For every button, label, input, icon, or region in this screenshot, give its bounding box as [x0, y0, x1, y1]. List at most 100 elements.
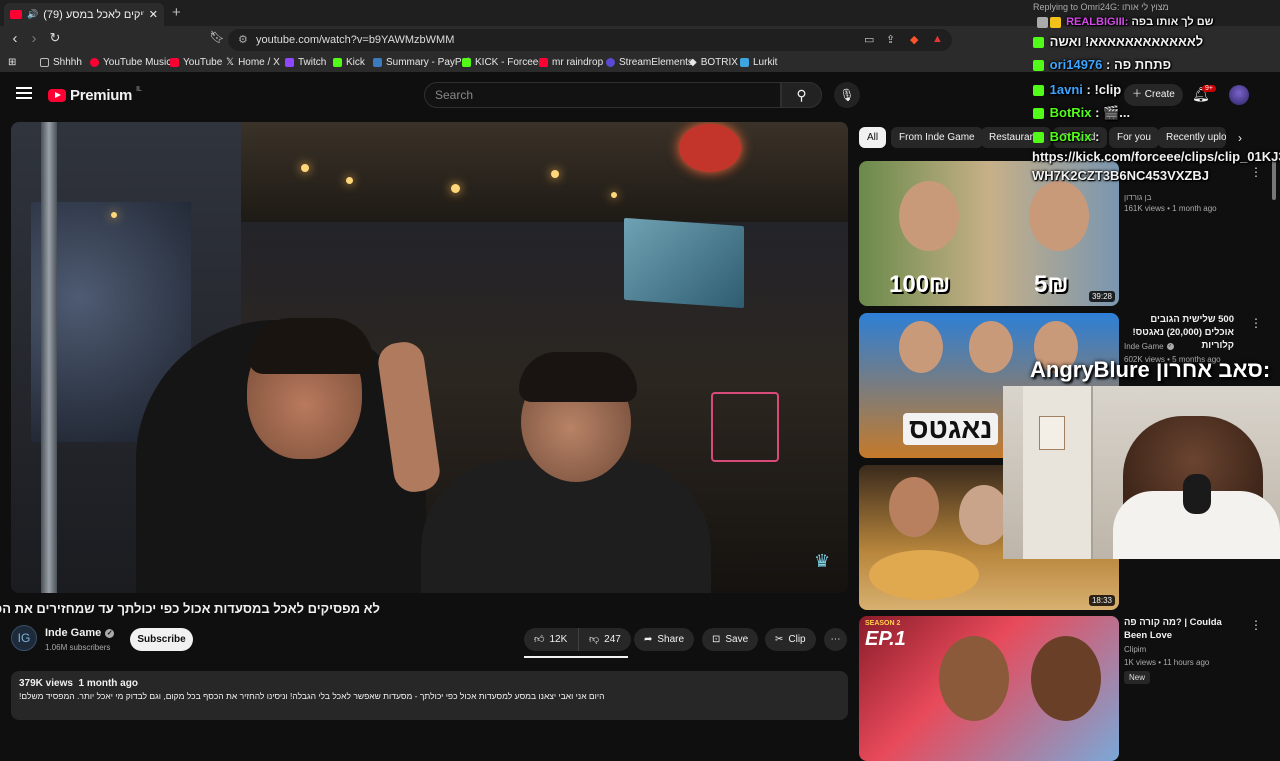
apps-grid-icon[interactable]: ⊞ — [8, 57, 16, 68]
chat-badge-icon — [1037, 16, 1048, 28]
bookmark-item[interactable]: 𝕏 Home / X — [226, 57, 280, 68]
notification-count-badge: 9+ — [1202, 85, 1216, 92]
save-button[interactable]: ⊡ Save — [702, 628, 759, 651]
brave-rewards-icon[interactable]: ▲ — [932, 33, 943, 45]
clip-button[interactable]: ✂ Clip — [765, 628, 816, 651]
channel-name-row[interactable]: Inde Game ✓ — [45, 627, 115, 639]
recommendation-channel: Clipim — [1124, 645, 1147, 654]
thumbnail-face — [899, 321, 943, 373]
thumbnail-face — [969, 321, 1013, 373]
forward-icon[interactable]: › — [25, 30, 43, 47]
channel-avatar[interactable]: IG — [11, 625, 37, 651]
recommendation-meta: 161K views • 1 month ago — [1124, 204, 1217, 213]
recommendation-title[interactable]: מה קורה פה? | Coulda Been Love — [1124, 616, 1234, 642]
chip-recently-uploaded[interactable]: Recently uploaded — [1158, 127, 1226, 148]
youtube-icon — [539, 58, 548, 67]
thumbnail-text: EP.1 — [865, 628, 906, 650]
more-icon[interactable]: ⋮ — [1250, 618, 1262, 632]
dislike-button[interactable]: 👎︎ 247 — [578, 628, 631, 651]
chat-username: BotRix — [1049, 129, 1092, 144]
recommendation-thumbnail[interactable]: SEASON 2 EP.1 — [859, 616, 1119, 761]
bookmark-item[interactable]: ◆ BOTRIX — [689, 57, 738, 68]
chat-message: ori14976 : פתחת פה — [1033, 57, 1171, 72]
thumbs-up-icon: 👍︎ — [534, 634, 545, 645]
new-tab-button[interactable]: + — [172, 4, 181, 21]
share-button[interactable]: ➦ Share — [634, 628, 695, 651]
bookmark-item[interactable]: Lurkit — [740, 57, 777, 68]
youtube-icon — [170, 58, 179, 67]
more-icon[interactable]: ⋮ — [1250, 316, 1262, 330]
site-info-icon[interactable]: ⚙ — [238, 29, 248, 51]
logo-text: Premium — [70, 87, 133, 104]
streamer-webcam — [1003, 386, 1280, 559]
search-input[interactable]: Search — [424, 82, 781, 108]
video-scene-light — [346, 177, 353, 184]
voice-search-button[interactable]: 🎙︎ — [834, 82, 860, 108]
browser-tab[interactable]: 🔊 (79) לא מפסיקים לאכל במסע ✕ — [4, 3, 164, 26]
bookmark-page-icon[interactable]: 🔖︎ — [208, 30, 226, 44]
like-button[interactable]: 👍︎ 12K — [524, 628, 580, 651]
chat-username: 1avni — [1049, 82, 1083, 97]
bookmark-item[interactable]: Twitch — [285, 57, 326, 68]
chat-username: REALBIGIII: — [1066, 16, 1129, 28]
verified-check-icon: ✓ — [105, 628, 115, 638]
bookmark-label: StreamElements — [619, 57, 693, 68]
chat-link: https://kick.com/forceee/clips/clip_01KJ… — [1032, 149, 1280, 164]
create-button[interactable]: ＋ Create — [1124, 84, 1183, 106]
channel-watermark-icon[interactable]: ♛ — [814, 551, 838, 573]
thumbnail-face — [1029, 181, 1089, 251]
video-scene-light — [611, 192, 617, 198]
bookmark-label: Shhhh — [53, 57, 82, 68]
share-page-icon[interactable]: ⇪ — [886, 33, 895, 46]
video-scene-pizza-sign — [679, 124, 741, 172]
logo-region: IL — [136, 86, 142, 93]
chat-message: REALBIGIII: שם לך אותו בפה — [1037, 16, 1214, 28]
bookmark-item[interactable]: KICK - Forceee — [462, 57, 544, 68]
chip-for-you[interactable]: For you — [1109, 127, 1159, 148]
chat-username: ori14976 — [1049, 57, 1103, 72]
more-actions-button[interactable]: ⋯ — [824, 628, 847, 651]
hamburger-menu-icon[interactable] — [16, 87, 32, 102]
botrix-icon: ◆ — [689, 57, 697, 68]
reload-icon[interactable]: ↻ — [46, 30, 64, 46]
x-icon: 𝕏 — [226, 57, 235, 68]
bookmark-label: Home / X — [238, 57, 280, 68]
create-label: Create — [1144, 89, 1175, 100]
video-title: לא מפסיקים לאכל במסעדות אכול כפי יכולתך … — [0, 601, 380, 616]
chip-all[interactable]: All — [859, 127, 887, 148]
chip-from-channel[interactable]: From Inde Game — [891, 127, 983, 148]
close-tab-icon[interactable]: ✕ — [149, 8, 158, 21]
chevron-right-icon[interactable]: › — [1238, 131, 1242, 145]
bookmark-label: KICK - Forceee — [475, 57, 544, 68]
video-player[interactable]: ♛ — [11, 122, 848, 593]
account-avatar[interactable] — [1229, 85, 1249, 105]
save-label: Save — [725, 634, 749, 645]
youtube-premium-logo[interactable]: Premium IL — [48, 86, 142, 104]
upload-age: 1 month ago — [78, 678, 138, 689]
search-button[interactable]: ⚲ — [781, 82, 822, 108]
share-icon: ➦ — [644, 634, 653, 645]
speaker-icon[interactable]: 🔊 — [27, 9, 38, 20]
description-text: היום אני ואבי יצאנו במסע למסעדות אכול כפ… — [19, 691, 605, 701]
kick-icon — [462, 58, 471, 67]
bookmark-item[interactable]: YouTube — [170, 57, 222, 68]
more-icon[interactable]: ⋮ — [1250, 165, 1262, 179]
brave-shield-icon[interactable]: ◆ — [910, 33, 918, 46]
share-label: Share — [657, 634, 685, 645]
bookmark-item[interactable]: StreamElements — [606, 57, 693, 68]
cast-icon[interactable]: ▭ — [864, 33, 874, 46]
bookmark-item[interactable]: Summary - PayPal — [373, 57, 469, 68]
bookmark-item[interactable]: Kick — [333, 57, 365, 68]
webcam-scene-poster — [1039, 416, 1065, 450]
back-icon[interactable]: ‹ — [6, 30, 24, 47]
bookmark-item[interactable]: mr raindrop — [539, 57, 603, 68]
bookmark-item[interactable]: YouTube Music — [90, 57, 171, 68]
bookmark-item[interactable]: Shhhh — [40, 57, 82, 68]
subscribe-button[interactable]: Subscribe — [130, 628, 193, 651]
sidebar-scrollbar[interactable] — [1272, 160, 1276, 200]
video-scene-light — [551, 170, 559, 178]
chat-badge-icon — [1033, 60, 1044, 72]
video-scene-hair — [519, 352, 637, 402]
address-bar[interactable]: ⚙ youtube.com/watch?v=b9YAWMzbWMM — [228, 29, 952, 51]
view-info: 379K views 1 month ago — [19, 678, 138, 689]
